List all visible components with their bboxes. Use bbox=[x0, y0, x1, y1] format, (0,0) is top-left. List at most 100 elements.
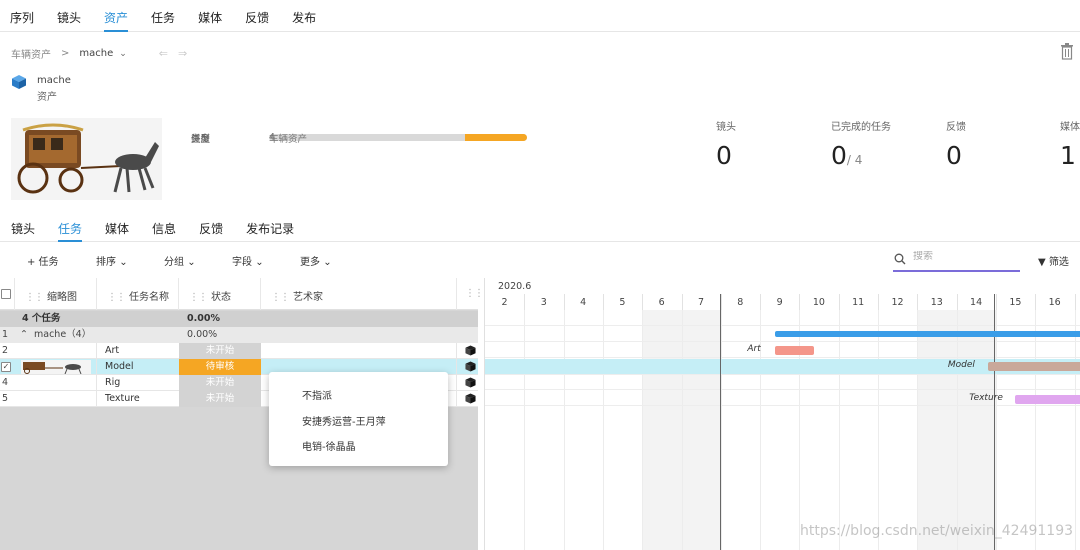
subtab-shots[interactable]: 镜头 bbox=[11, 214, 35, 242]
table-row[interactable]: 2 Art 未开始 bbox=[0, 343, 478, 359]
add-task-button[interactable]: + 任务 bbox=[27, 253, 59, 268]
drag-handle-icon[interactable]: ⋮⋮ bbox=[25, 292, 44, 303]
dropdown-item-artist[interactable]: 电销-徐晶晶 bbox=[302, 438, 356, 453]
drag-handle-icon[interactable]: ⋮⋮ bbox=[189, 292, 208, 303]
row-thumbnail[interactable] bbox=[15, 359, 97, 375]
tab-feedback[interactable]: 反馈 bbox=[245, 0, 269, 32]
row-index: ✓ bbox=[0, 359, 14, 375]
more-label: 更多 bbox=[300, 257, 320, 268]
box-icon[interactable] bbox=[465, 375, 476, 391]
drag-handle-icon[interactable]: ⋮⋮ bbox=[107, 292, 126, 303]
task-bar-texture[interactable] bbox=[1015, 395, 1080, 404]
top-nav: 序列 镜头 资产 任务 媒体 反馈 发布 bbox=[0, 0, 1080, 32]
stat-sub: / 4 bbox=[846, 153, 863, 167]
box-icon[interactable] bbox=[465, 343, 476, 359]
header-artist[interactable]: ⋮⋮ 艺术家 bbox=[261, 278, 457, 310]
arrow-left-icon[interactable]: ⇐ bbox=[159, 47, 178, 60]
header-extra[interactable]: ⋮⋮ bbox=[457, 278, 484, 310]
dropdown-item-unassigned[interactable]: 不指派 bbox=[302, 387, 332, 402]
status-badge[interactable]: 待审核 bbox=[179, 359, 261, 375]
group-bar[interactable] bbox=[775, 331, 1080, 337]
filter-icon: ▼ bbox=[1038, 257, 1046, 268]
breadcrumb-current[interactable]: mache bbox=[79, 48, 113, 59]
summary-percent: 0.00% bbox=[187, 313, 220, 324]
asset-thumbnail[interactable] bbox=[11, 118, 162, 200]
task-name[interactable]: Art bbox=[105, 343, 119, 359]
tab-shots[interactable]: 镜头 bbox=[57, 0, 81, 32]
search-box bbox=[893, 248, 1020, 272]
header-label: 缩略图 bbox=[47, 292, 77, 303]
artist-dropdown: 不指派 安捷秀运营-王月萍 电销-徐晶晶 bbox=[269, 372, 448, 466]
row-thumbnail[interactable] bbox=[15, 375, 97, 391]
bar-label: Art bbox=[747, 344, 761, 354]
drag-handle-icon[interactable]: ⋮⋮ bbox=[465, 288, 484, 299]
search-input[interactable] bbox=[913, 251, 1013, 262]
tab-publish[interactable]: 发布 bbox=[292, 0, 316, 32]
filter-button[interactable]: ▼ 筛选 bbox=[1038, 253, 1069, 268]
fields-button[interactable]: 字段 ⌄ bbox=[232, 253, 264, 268]
more-button[interactable]: 更多 ⌄ bbox=[300, 253, 332, 268]
group-button[interactable]: 分组 ⌄ bbox=[164, 253, 196, 268]
drag-handle-icon[interactable]: ⋮⋮ bbox=[271, 292, 290, 303]
task-bar-model[interactable] bbox=[987, 362, 1080, 371]
arrow-right-icon[interactable]: ⇒ bbox=[178, 47, 197, 60]
subtab-info[interactable]: 信息 bbox=[152, 214, 176, 242]
chevron-down-icon: ⌄ bbox=[323, 257, 332, 268]
status-badge[interactable]: 未开始 bbox=[179, 375, 261, 391]
select-all-checkbox[interactable] bbox=[1, 289, 11, 299]
gantt-day: 10 bbox=[812, 297, 825, 308]
status-badge[interactable]: 未开始 bbox=[179, 391, 261, 407]
row-thumbnail[interactable] bbox=[15, 343, 97, 359]
tab-tasks[interactable]: 任务 bbox=[151, 0, 175, 32]
stat-value: 1 bbox=[1060, 141, 1076, 170]
header-select bbox=[0, 278, 15, 310]
chevron-down-icon: ⌄ bbox=[255, 257, 264, 268]
fields-label: 字段 bbox=[232, 257, 252, 268]
subtab-media[interactable]: 媒体 bbox=[105, 214, 129, 242]
task-name[interactable]: Model bbox=[105, 359, 134, 375]
search-icon bbox=[894, 253, 906, 265]
row-checkbox[interactable]: ✓ bbox=[1, 362, 11, 372]
header-task-name[interactable]: ⋮⋮ 任务名称 bbox=[97, 278, 179, 310]
row-index: 2 bbox=[2, 345, 9, 356]
box-icon[interactable] bbox=[465, 391, 476, 407]
nav-arrows[interactable]: ⇐⇒ bbox=[159, 47, 197, 60]
dropdown-item-artist[interactable]: 安捷秀运营-王月萍 bbox=[302, 413, 386, 428]
task-bar-art[interactable] bbox=[775, 346, 815, 355]
gantt-day: 2 bbox=[501, 297, 508, 308]
stat-completed-tasks: 已完成的任务 0/ 4 bbox=[831, 118, 891, 170]
bar-label: Model bbox=[947, 360, 975, 370]
summary-row: 4 个任务 0.00% bbox=[0, 311, 478, 327]
row-index: 4 bbox=[2, 377, 9, 388]
chevron-down-icon: ⌄ bbox=[187, 257, 196, 268]
breadcrumb-parent[interactable]: 车辆资产 bbox=[11, 46, 51, 61]
box-icon[interactable] bbox=[465, 359, 476, 375]
task-name[interactable]: Rig bbox=[105, 375, 120, 391]
asset-type: 资产 bbox=[37, 92, 57, 103]
stat-label: 已完成的任务 bbox=[831, 122, 891, 133]
group-row[interactable]: 1 ⌃ mache（4） 0.00% bbox=[0, 327, 478, 343]
gantt-day: 6 bbox=[658, 297, 665, 308]
gantt-day: 5 bbox=[619, 297, 626, 308]
tab-media[interactable]: 媒体 bbox=[198, 0, 222, 32]
header-status[interactable]: ⋮⋮ 状态 bbox=[179, 278, 261, 310]
subtab-publish-history[interactable]: 发布记录 bbox=[246, 214, 294, 242]
trash-icon[interactable] bbox=[1060, 42, 1074, 60]
row-thumbnail[interactable] bbox=[15, 391, 97, 407]
subtab-feedback[interactable]: 反馈 bbox=[199, 214, 223, 242]
stat-feedback: 反馈 0 bbox=[946, 118, 966, 170]
status-badge[interactable]: 未开始 bbox=[179, 343, 261, 359]
artist-cell[interactable] bbox=[261, 343, 457, 359]
sort-button[interactable]: 排序 ⌄ bbox=[96, 253, 128, 268]
chevron-down-icon: ⌄ bbox=[119, 257, 128, 268]
tab-assets[interactable]: 资产 bbox=[104, 0, 129, 32]
task-name[interactable]: Texture bbox=[105, 391, 140, 407]
header-thumbnail[interactable]: ⋮⋮ 缩略图 bbox=[15, 278, 97, 310]
group-percent: 0.00% bbox=[187, 329, 218, 340]
chevron-down-icon[interactable]: ⌄ bbox=[119, 49, 127, 59]
subtab-tasks[interactable]: 任务 bbox=[58, 214, 83, 242]
gantt-day: 16 bbox=[1048, 297, 1061, 308]
tab-sequence[interactable]: 序列 bbox=[10, 0, 34, 32]
stat-value: 0 bbox=[831, 141, 847, 170]
collapse-icon[interactable]: ⌃ bbox=[20, 327, 28, 343]
